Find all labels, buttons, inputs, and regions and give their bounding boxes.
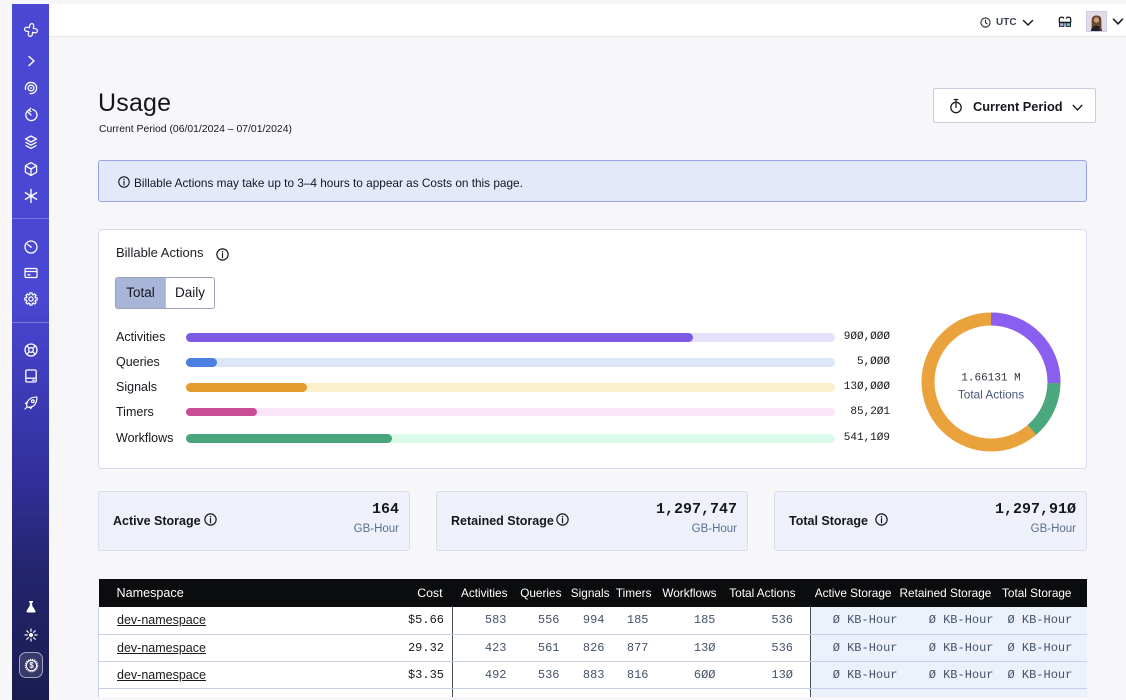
svg-text:$: $ <box>29 661 34 670</box>
svg-text:1.66131 M: 1.66131 M <box>961 373 1020 385</box>
svg-text:Total Actions: Total Actions <box>958 388 1024 402</box>
